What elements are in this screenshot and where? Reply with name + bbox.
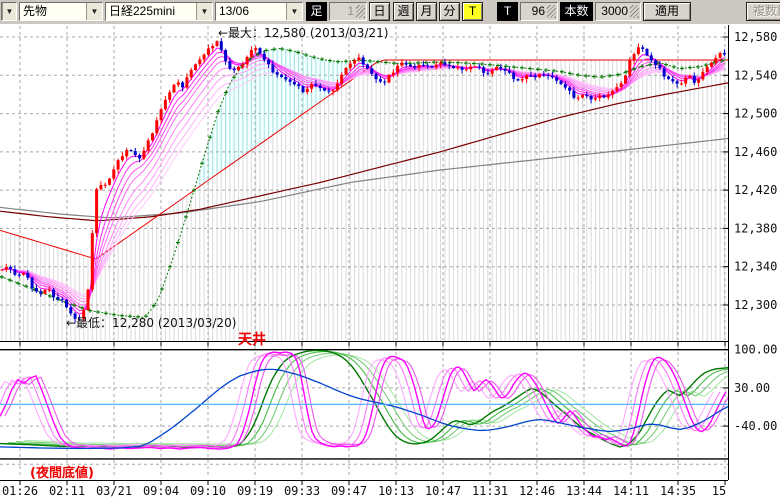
resize-grip-icon[interactable] <box>547 5 556 18</box>
svg-text:11:31: 11:31 <box>472 484 508 498</box>
symbol-select[interactable]: 日経225mini ▼ <box>105 2 213 21</box>
interval-stepper[interactable]: 1 <box>329 2 367 21</box>
svg-text:12,500: 12,500 <box>734 107 777 121</box>
chevron-down-icon: ▼ <box>286 3 302 20</box>
svg-text:12:46: 12:46 <box>519 484 555 498</box>
svg-text:100.00: 100.00 <box>734 343 777 357</box>
history-dropdown[interactable]: ▼ <box>1 2 17 21</box>
period-day-button[interactable]: 日 <box>369 2 390 21</box>
svg-text:12,340: 12,340 <box>734 260 777 274</box>
svg-text:12,380: 12,380 <box>734 221 777 235</box>
svg-text:10:13: 10:13 <box>378 484 414 498</box>
ceiling-annotation: 天井 <box>238 331 266 348</box>
bar-count-value: 3000 <box>596 3 630 20</box>
low-annotation: ←最低：12,280 (2013/03/20) <box>66 316 236 330</box>
tick-label-button[interactable]: T <box>497 2 518 21</box>
period-minute-button[interactable]: 分 <box>439 2 460 21</box>
svg-text:12,540: 12,540 <box>734 68 777 82</box>
apply-button[interactable]: 適用 <box>643 2 691 21</box>
oscillator-series <box>0 350 752 449</box>
contract-value: 13/06 <box>216 3 286 20</box>
svg-text:12,580: 12,580 <box>734 30 777 44</box>
category-value: 先物 <box>20 3 86 20</box>
period-month-button[interactable]: 月 <box>416 2 437 21</box>
period-tick-button[interactable]: T <box>462 2 483 21</box>
bar-type-button[interactable]: 足 <box>306 2 327 21</box>
svg-text:10:47: 10:47 <box>425 484 461 498</box>
night-bottom-annotation: (夜間底値) <box>30 465 94 481</box>
svg-text:09:47: 09:47 <box>331 484 367 498</box>
svg-text:30.00: 30.00 <box>734 381 770 395</box>
period-week-button[interactable]: 週 <box>393 2 414 21</box>
price-and-oscillator-chart[interactable]: 12,580 12,540 12,500 12,460 12,420 12,380 12,3… <box>0 24 780 500</box>
svg-text:12,460: 12,460 <box>734 145 777 159</box>
multi-symbol-button[interactable]: 複数銘柄 <box>746 2 780 21</box>
svg-text:02:11: 02:11 <box>49 484 85 498</box>
chevron-down-icon: ▼ <box>196 3 212 20</box>
svg-text:09:10: 09:10 <box>190 484 226 498</box>
svg-text:12,300: 12,300 <box>734 298 777 312</box>
svg-text:03/21: 03/21 <box>96 484 132 498</box>
category-select[interactable]: 先物 ▼ <box>19 2 103 21</box>
trading-chart-app: ▼ 先物 ▼ 日経225mini ▼ 13/06 ▼ 足 1 日 週 月 分 T… <box>0 0 780 500</box>
contract-month-select[interactable]: 13/06 ▼ <box>215 2 303 21</box>
resize-grip-icon[interactable] <box>630 5 639 18</box>
svg-text:14:11: 14:11 <box>613 484 649 498</box>
chart-area[interactable]: 12,580 12,540 12,500 12,460 12,420 12,380 12,3… <box>0 24 780 500</box>
svg-text:09:04: 09:04 <box>143 484 179 498</box>
svg-text:13:44: 13:44 <box>566 484 602 498</box>
bar-count-stepper[interactable]: 3000 <box>595 2 641 21</box>
high-annotation: ←最大：12,580 (2013/03/21) <box>218 26 388 40</box>
tick-count-value: 96 <box>521 3 547 20</box>
svg-text:12,420: 12,420 <box>734 183 777 197</box>
svg-text:15: 15 <box>712 484 726 498</box>
svg-text:09:19: 09:19 <box>237 484 273 498</box>
svg-text:09:33: 09:33 <box>284 484 320 498</box>
background-stripes <box>0 60 728 341</box>
chevron-down-icon: ▼ <box>2 3 16 20</box>
bar-count-label-button[interactable]: 本数 <box>560 2 593 21</box>
svg-text:-40.00: -40.00 <box>734 419 777 433</box>
svg-text:01:26: 01:26 <box>2 484 38 498</box>
svg-text:14:35: 14:35 <box>660 484 696 498</box>
chevron-down-icon: ▼ <box>86 3 102 20</box>
interval-value: 1 <box>330 3 356 20</box>
toolbar: ▼ 先物 ▼ 日経225mini ▼ 13/06 ▼ 足 1 日 週 月 分 T… <box>0 0 780 25</box>
symbol-value: 日経225mini <box>106 3 196 20</box>
tick-count-stepper[interactable]: 96 <box>520 2 558 21</box>
resize-grip-icon[interactable] <box>356 5 365 18</box>
